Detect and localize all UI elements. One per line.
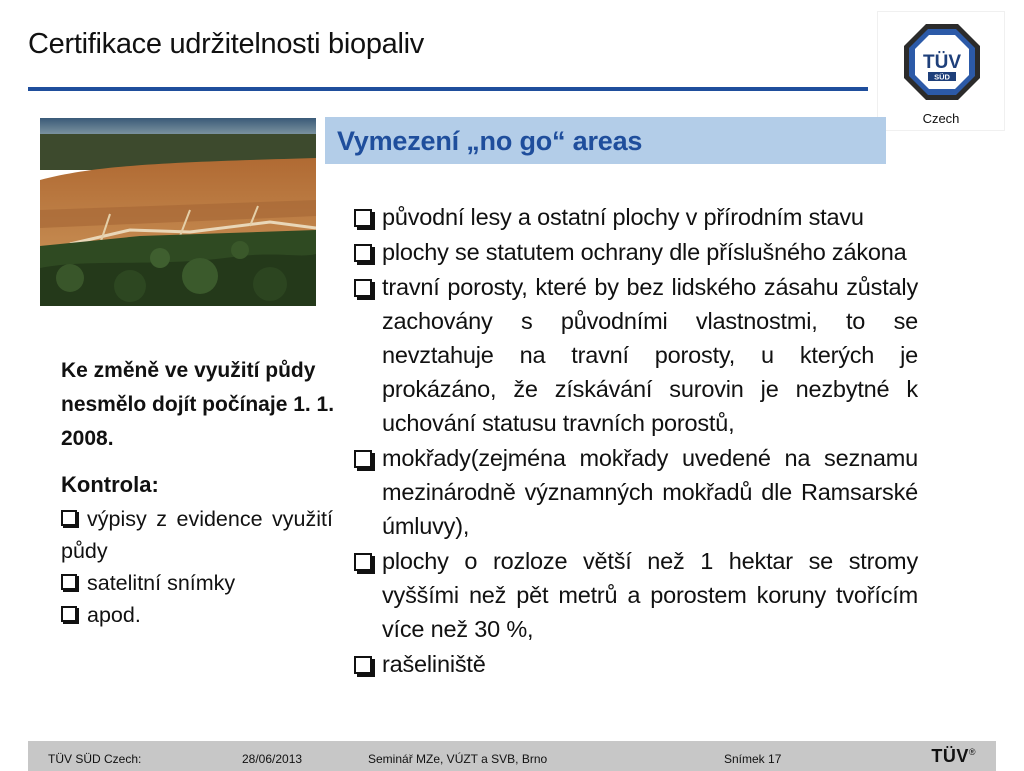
list-item-text: rašeliniště <box>382 651 486 677</box>
checkbox-bullet-icon <box>354 209 372 227</box>
checkbox-bullet-icon <box>61 574 77 590</box>
kontrola-label: Kontrola: <box>61 472 159 497</box>
heading-band: Vymezení „no go“ areas <box>325 117 886 164</box>
slide-footer: TÜV SÜD Czech: 28/06/2013 Seminář MZe, V… <box>28 741 996 771</box>
deforestation-photo <box>40 118 316 306</box>
list-item: výpisy z evidence využití půdy <box>61 503 333 567</box>
footer-event: Seminář MZe, VÚZT a SVB, Brno <box>368 752 548 766</box>
tuv-octagon-icon: TÜV SÜD <box>904 24 980 100</box>
list-item-text: satelitní snímky <box>87 571 236 595</box>
list-item: původní lesy a ostatní plochy v přírodní… <box>352 200 918 234</box>
logo-caption: Czech <box>922 111 960 126</box>
tuv-sud-logo: TÜV SÜD Czech <box>878 12 1004 130</box>
list-item: apod. <box>61 599 333 631</box>
footer-logo-text: TÜV <box>931 746 969 766</box>
logo-text: TÜV <box>923 52 961 73</box>
section-heading: Vymezení „no go“ areas <box>337 126 643 156</box>
list-item: plochy o rozloze větší než 1 hektar se s… <box>352 544 918 646</box>
checkbox-bullet-icon <box>61 510 77 526</box>
logo-subtext: SÜD <box>934 73 950 82</box>
footer-logo: TÜV® <box>931 746 976 767</box>
checkbox-bullet-icon <box>354 244 372 262</box>
kontrola-list: výpisy z evidence využití půdy satelitní… <box>61 503 333 631</box>
list-item: rašeliniště <box>352 647 918 681</box>
checkbox-bullet-icon <box>354 450 372 468</box>
footer-slide-number: Snímek 17 <box>724 752 782 766</box>
checkbox-bullet-icon <box>61 606 77 622</box>
list-item-text: výpisy z evidence využití půdy <box>61 507 333 563</box>
land-use-note: Ke změně ve využití půdy nesmělo dojít p… <box>61 359 335 450</box>
list-item-text: původní lesy a ostatní plochy v přírodní… <box>382 204 864 230</box>
list-item-text: mokřady(zejména mokřady uvedené na sezna… <box>382 445 918 539</box>
checkbox-bullet-icon <box>354 553 372 571</box>
list-item-text: plochy o rozloze větší než 1 hektar se s… <box>382 548 918 642</box>
list-item-text: apod. <box>87 603 141 627</box>
footer-date: 28/06/2013 <box>242 752 303 766</box>
list-item-text: plochy se statutem ochrany dle příslušné… <box>382 239 907 265</box>
list-item-text: travní porosty, které by bez lidského zá… <box>382 274 918 436</box>
list-item: travní porosty, které by bez lidského zá… <box>352 270 918 440</box>
checkbox-bullet-icon <box>354 279 372 297</box>
list-item: mokřady(zejména mokřady uvedené na sezna… <box>352 441 918 543</box>
registered-mark: ® <box>968 747 976 757</box>
list-item: plochy se statutem ochrany dle příslušné… <box>352 235 918 269</box>
list-item: satelitní snímky <box>61 567 333 599</box>
footer-org: TÜV SÜD Czech: <box>48 752 142 766</box>
title-underline <box>28 87 868 91</box>
slide-title: Certifikace udržitelnosti biopaliv <box>28 28 424 60</box>
checkbox-bullet-icon <box>354 656 372 674</box>
no-go-areas-list: původní lesy a ostatní plochy v přírodní… <box>352 200 918 681</box>
